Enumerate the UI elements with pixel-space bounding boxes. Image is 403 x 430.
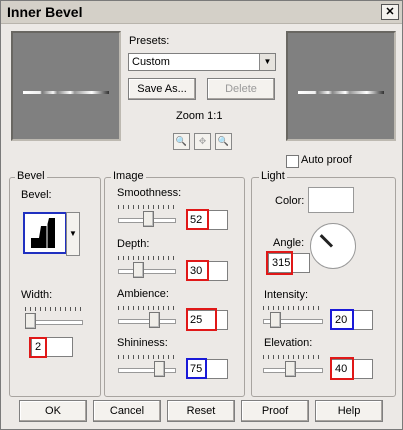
presets-label: Presets:	[129, 35, 170, 47]
depth-label: Depth:	[117, 238, 150, 250]
window-title: Inner Bevel	[7, 4, 83, 20]
ok-button[interactable]: OK	[19, 400, 87, 422]
title-bar: Inner Bevel ✕	[1, 1, 402, 24]
light-group-label: Light	[259, 170, 287, 182]
intensity-highlight	[330, 309, 354, 330]
smoothness-slider[interactable]	[118, 205, 176, 227]
width-highlight	[29, 337, 47, 358]
color-label: Color:	[275, 195, 305, 207]
presets-dropdown[interactable]: Custom ▼	[128, 53, 276, 71]
proof-button[interactable]: Proof	[241, 400, 309, 422]
bevel-group	[9, 177, 101, 397]
image-group-label: Image	[111, 170, 146, 182]
zoom-in-icon[interactable]: 🔍	[215, 133, 232, 150]
inner-bevel-dialog: Inner Bevel ✕ Presets: Custom ▼ Save As.…	[0, 0, 403, 430]
auto-proof-label: Auto proof	[301, 154, 352, 166]
depth-highlight	[186, 260, 209, 281]
save-as-button[interactable]: Save As...	[128, 78, 196, 100]
after-preview-line	[298, 91, 384, 94]
ambience-slider[interactable]	[118, 306, 176, 328]
bevel-shape-picker[interactable]	[23, 212, 67, 254]
depth-slider[interactable]	[118, 256, 176, 278]
width-slider[interactable]	[25, 307, 83, 329]
angle-label: Angle:	[273, 237, 305, 249]
elevation-label: Elevation:	[264, 337, 313, 349]
bevel-shape-icon	[31, 218, 55, 248]
angle-highlight	[266, 251, 293, 275]
width-label: Width:	[21, 289, 53, 301]
auto-proof-checkbox[interactable]	[286, 155, 299, 168]
elevation-slider[interactable]	[263, 355, 323, 377]
chevron-down-icon[interactable]: ▼	[259, 54, 275, 70]
after-preview	[286, 31, 396, 141]
before-preview-line	[23, 91, 109, 94]
close-icon[interactable]: ✕	[381, 4, 399, 20]
angle-dial[interactable]	[310, 223, 356, 269]
bevel-group-label: Bevel	[15, 170, 47, 182]
ambience-highlight	[186, 308, 217, 331]
shininess-slider[interactable]	[118, 355, 176, 377]
ambience-label: Ambience:	[117, 288, 169, 300]
shininess-label: Shininess:	[117, 337, 168, 349]
zoom-out-icon[interactable]: 🔍	[173, 133, 190, 150]
smoothness-highlight	[186, 209, 209, 230]
shininess-highlight	[186, 358, 207, 379]
before-preview	[11, 31, 121, 141]
bevel-label: Bevel:	[21, 189, 52, 201]
intensity-slider[interactable]	[263, 306, 323, 328]
bevel-dropdown-arrow[interactable]: ▼	[66, 212, 80, 256]
help-button[interactable]: Help	[315, 400, 383, 422]
elevation-highlight	[330, 357, 354, 380]
smoothness-label: Smoothness:	[117, 187, 182, 199]
pan-icon[interactable]: ✥	[194, 133, 211, 150]
intensity-label: Intensity:	[264, 289, 309, 301]
zoom-label: Zoom 1:1	[176, 110, 223, 122]
cancel-button[interactable]: Cancel	[93, 400, 161, 422]
light-color-swatch[interactable]	[308, 187, 354, 213]
angle-dial-needle	[319, 234, 334, 248]
reset-button[interactable]: Reset	[167, 400, 235, 422]
presets-value: Custom	[132, 56, 170, 68]
delete-button[interactable]: Delete	[207, 78, 275, 100]
